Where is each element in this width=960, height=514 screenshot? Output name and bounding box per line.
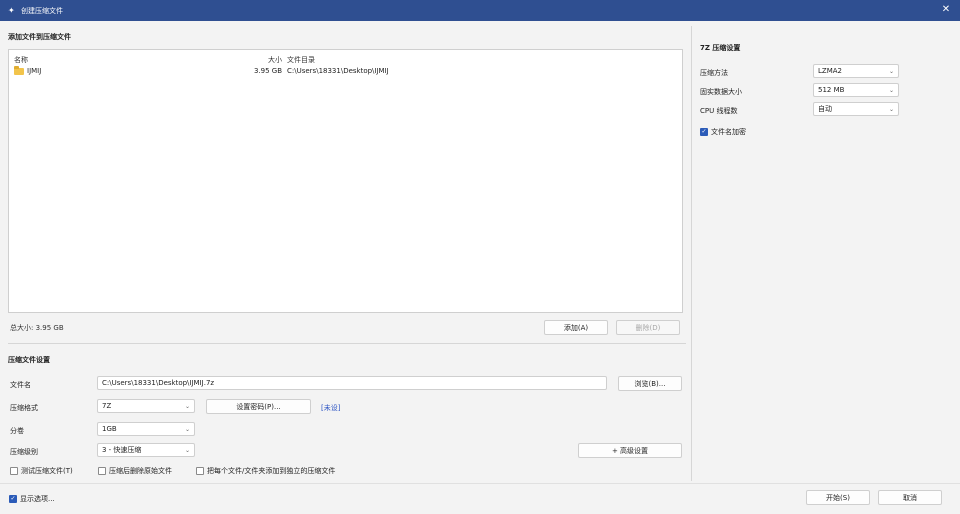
solid-size-value: 512 MB xyxy=(818,86,845,94)
file-size: 3.95 GB xyxy=(253,67,282,75)
show-options-checkbox[interactable]: ✓ 显示选项... xyxy=(9,494,55,504)
solid-size-label: 固实数据大小 xyxy=(700,88,742,96)
cpu-threads-value: 自动 xyxy=(818,105,832,113)
section-divider xyxy=(8,343,686,344)
chevron-down-icon: ⌄ xyxy=(184,447,190,454)
method-select[interactable]: LZMA2 ⌄ xyxy=(813,64,899,78)
file-list-header: 名称 大小 文件目录 xyxy=(9,55,682,65)
cancel-button[interactable]: 取消 xyxy=(878,490,942,505)
volume-select[interactable]: 1GB ⌄ xyxy=(97,422,195,436)
password-status-link[interactable]: [未设] xyxy=(321,403,340,413)
chevron-down-icon: ⌄ xyxy=(184,403,190,410)
chevron-down-icon: ⌄ xyxy=(888,68,894,75)
test-archive-checkbox[interactable]: 测试压缩文件(T) xyxy=(10,466,73,476)
footer-divider xyxy=(0,483,960,484)
checkbox-box xyxy=(98,467,106,475)
separate-archives-checkbox[interactable]: 把每个文件/文件夹添加到独立的压缩文件 xyxy=(196,466,335,476)
archive-settings-title: 压缩文件设置 xyxy=(8,356,50,364)
column-path[interactable]: 文件目录 xyxy=(287,55,315,65)
checkbox-label: 文件名加密 xyxy=(711,128,746,136)
right-panel: 7Z 压缩设置 压缩方法 LZMA2 ⌄ 固实数据大小 512 MB ⌄ CPU… xyxy=(691,26,956,481)
checkbox-box xyxy=(10,467,18,475)
filename-input[interactable]: C:\Users\18331\Desktop\IJMIJ.7z xyxy=(97,376,607,390)
cpu-threads-label: CPU 线程数 xyxy=(700,107,738,115)
dialog-body: 添加文件到压缩文件 名称 大小 文件目录 IJMIJ 3.95 GB C:\Us… xyxy=(0,21,960,514)
checkbox-box xyxy=(196,467,204,475)
delete-button[interactable]: 删除(D) xyxy=(616,320,680,335)
left-panel: 添加文件到压缩文件 名称 大小 文件目录 IJMIJ 3.95 GB C:\Us… xyxy=(4,26,686,481)
file-name: IJMIJ xyxy=(27,67,42,75)
advanced-settings-button[interactable]: + 高级设置 xyxy=(578,443,682,458)
format-value: 7Z xyxy=(102,402,112,410)
file-row[interactable]: IJMIJ 3.95 GB C:\Users\18331\Desktop\IJM… xyxy=(9,66,682,77)
volume-label: 分卷 xyxy=(10,427,24,435)
column-size[interactable]: 大小 xyxy=(254,55,282,65)
filename-label: 文件名 xyxy=(10,381,31,389)
format-select[interactable]: 7Z ⌄ xyxy=(97,399,195,413)
cpu-threads-select[interactable]: 自动 ⌄ xyxy=(813,102,899,116)
method-value: LZMA2 xyxy=(818,67,842,75)
delete-after-checkbox[interactable]: 压缩后删除原始文件 xyxy=(98,466,172,476)
checkbox-label: 把每个文件/文件夹添加到独立的压缩文件 xyxy=(207,467,336,475)
format-label: 压缩格式 xyxy=(10,404,38,412)
close-icon[interactable]: ✕ xyxy=(940,4,952,16)
add-files-title: 添加文件到压缩文件 xyxy=(8,33,71,41)
file-path: C:\Users\18331\Desktop\IJMIJ xyxy=(287,67,389,75)
file-list[interactable]: 名称 大小 文件目录 IJMIJ 3.95 GB C:\Users\18331\… xyxy=(8,49,683,313)
checkbox-label: 压缩后删除原始文件 xyxy=(109,467,172,475)
level-select[interactable]: 3 - 快速压缩 ⌄ xyxy=(97,443,195,457)
volume-value: 1GB xyxy=(102,425,117,433)
browse-button[interactable]: 浏览(B)... xyxy=(618,376,682,391)
level-label: 压缩级别 xyxy=(10,448,38,456)
folder-icon xyxy=(14,66,24,75)
checkbox-label: 显示选项... xyxy=(20,495,55,503)
set-password-button[interactable]: 设置密码(P)... xyxy=(206,399,311,414)
window-title: 创建压缩文件 xyxy=(21,6,63,15)
app-icon: ✦ xyxy=(8,6,15,15)
chevron-down-icon: ⌄ xyxy=(184,426,190,433)
checkbox-label: 测试压缩文件(T) xyxy=(21,467,73,475)
chevron-down-icon: ⌄ xyxy=(888,106,894,113)
add-button[interactable]: 添加(A) xyxy=(544,320,608,335)
start-button[interactable]: 开始(S) xyxy=(806,490,870,505)
level-value: 3 - 快速压缩 xyxy=(102,446,142,454)
method-label: 压缩方法 xyxy=(700,69,728,77)
solid-size-select[interactable]: 512 MB ⌄ xyxy=(813,83,899,97)
chevron-down-icon: ⌄ xyxy=(888,87,894,94)
check-icon: ✓ xyxy=(700,128,708,136)
check-icon: ✓ xyxy=(9,495,17,503)
sevenzip-settings-title: 7Z 压缩设置 xyxy=(700,44,741,52)
column-name[interactable]: 名称 xyxy=(14,55,28,65)
encrypt-filenames-checkbox[interactable]: ✓ 文件名加密 xyxy=(700,127,746,137)
total-size: 总大小: 3.95 GB xyxy=(10,324,64,332)
title-bar: ✦ 创建压缩文件 ✕ xyxy=(0,0,960,21)
